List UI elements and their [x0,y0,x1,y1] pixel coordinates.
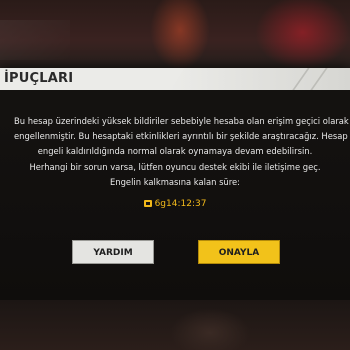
message-line: Engelin kalkmasına kalan süre: [110,176,240,187]
clock-icon [143,200,152,207]
ban-timer: 6g14:12:37 [0,199,350,209]
confirm-button[interactable]: ONAYLA [198,240,280,264]
background-top [0,0,350,68]
dialog-message: Bu hesap üzerindeki yüksek bildiriler se… [14,114,349,190]
help-button[interactable]: YARDIM [72,240,154,264]
tips-dialog: İPUÇLARI Bu hesap üzerindeki yüksek bild… [0,68,350,300]
background-art [0,20,70,60]
timer-value: 6g14:12:37 [154,199,207,209]
message-line: Bu hesap üzerindeki yüksek bildiriler se… [14,116,349,126]
background-art [150,0,210,68]
background-bottom [0,300,350,350]
message-line: engeli kaldırıldığında normal olarak oyn… [37,146,313,157]
background-art [255,0,350,68]
message-line: engellenmiştir. Bu hesaptaki etkinlikler… [14,131,348,142]
dialog-title-bar: İPUÇLARI [0,68,350,90]
background-art [170,308,250,350]
dialog-title: İPUÇLARI [4,71,74,86]
message-line: Herhangi bir sorun varsa, lütfen oyuncu … [29,161,321,172]
